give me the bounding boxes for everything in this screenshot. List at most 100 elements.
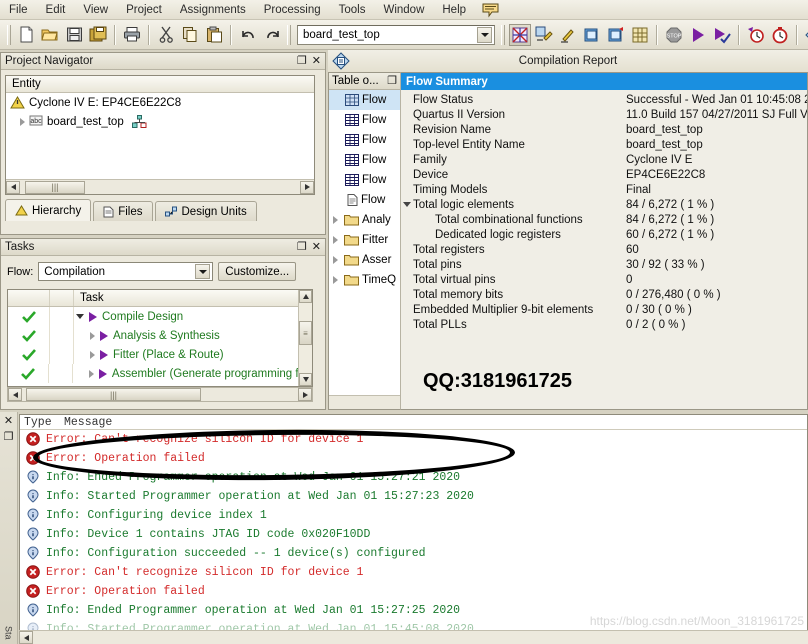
entity-tree-hscrollbar[interactable]: ||| <box>6 179 314 194</box>
copy-icon[interactable] <box>179 24 201 46</box>
list-item[interactable]: Info: Ended Programmer operation at Wed … <box>20 601 807 620</box>
toc-tree[interactable]: Flow Flow Flow Flow Flow Flow Analy Fitt… <box>329 90 400 395</box>
list-item[interactable]: Info: Configuration succeeded -- 1 devic… <box>20 544 807 563</box>
start-compilation-check-icon[interactable] <box>711 24 733 46</box>
scroll-left-icon[interactable] <box>8 388 22 401</box>
hscroll-thumb[interactable]: ||| <box>25 180 85 194</box>
close-icon[interactable]: ✕ <box>4 416 13 427</box>
chevron-right-icon[interactable] <box>90 331 95 340</box>
toolbar-grip-3[interactable] <box>501 24 505 45</box>
customize-button[interactable]: Customize... <box>218 262 297 281</box>
vscroll-thumb[interactable]: ≡ <box>299 321 312 345</box>
toolbar-grip[interactable] <box>7 24 11 45</box>
tab-files[interactable]: Files <box>93 201 153 221</box>
list-item[interactable]: Error: Can't recognize silicon ID for de… <box>20 563 807 582</box>
scroll-right-icon[interactable] <box>300 180 314 194</box>
list-item[interactable]: Info: Device 1 contains JTAG ID code 0x0… <box>20 525 807 544</box>
task-list[interactable]: Task Compile Design Analysis & Synthesis… <box>7 289 313 387</box>
close-icon[interactable]: ✕ <box>312 56 321 67</box>
print-icon[interactable] <box>121 24 143 46</box>
toc-item-flow-summary[interactable]: Flow <box>329 90 400 110</box>
menu-item-assignments[interactable]: Assignments <box>171 2 255 18</box>
assignment-editor-icon[interactable] <box>533 24 555 46</box>
chevron-right-icon[interactable] <box>20 117 25 126</box>
device-row[interactable]: Cyclone IV E: EP4CE6E22C8 <box>6 93 314 112</box>
chevron-right-icon[interactable] <box>332 216 338 224</box>
scroll-left-icon[interactable] <box>6 180 20 194</box>
list-item[interactable]: Info: Ended Programmer operation at Wed … <box>20 468 807 487</box>
messages-list[interactable]: Type Message Error: Can't recognize sili… <box>19 414 808 642</box>
toc-item-flow-log[interactable]: Flow <box>329 190 400 210</box>
hscroll-thumb[interactable]: ||| <box>26 388 201 401</box>
undo-icon[interactable] <box>237 24 259 46</box>
floorplan-icon[interactable] <box>629 24 651 46</box>
programmer-icon[interactable] <box>803 24 808 46</box>
pin-planner-icon[interactable] <box>557 24 579 46</box>
menu-item-window[interactable]: Window <box>374 2 433 18</box>
tab-design-units[interactable]: Design Units <box>154 201 257 221</box>
list-item[interactable]: Info: Configuring device index 1 <box>20 506 807 525</box>
run-task-icon[interactable] <box>98 368 107 379</box>
toc-item-assembler[interactable]: Asser <box>329 250 400 270</box>
device-icon[interactable] <box>605 24 627 46</box>
list-item[interactable]: Error: Operation failed <box>20 449 807 468</box>
menu-item-processing[interactable]: Processing <box>255 2 330 18</box>
chevron-down-icon[interactable] <box>195 264 211 279</box>
cut-icon[interactable] <box>155 24 177 46</box>
open-folder-icon[interactable] <box>39 24 61 46</box>
table-row[interactable]: Fitter (Place & Route) <box>8 345 312 364</box>
chevron-right-icon[interactable] <box>332 276 338 284</box>
list-item[interactable]: Info: Started Programmer operation at We… <box>20 487 807 506</box>
table-row[interactable]: Assembler (Generate programming files <box>8 364 312 383</box>
redo-icon[interactable] <box>261 24 283 46</box>
chevron-down-icon[interactable] <box>76 314 84 319</box>
restore-icon[interactable]: ❐ <box>387 76 400 87</box>
toc-item-flow-os[interactable]: Flow <box>329 170 400 190</box>
menu-item-help[interactable]: Help <box>433 2 475 18</box>
paste-icon[interactable] <box>203 24 225 46</box>
entity-tree[interactable]: Entity Cyclone IV E: EP4CE6E22C8 abc boa… <box>5 75 315 195</box>
chevron-right-icon[interactable] <box>332 236 338 244</box>
restore-icon[interactable]: ❐ <box>4 432 14 443</box>
menu-item-tools[interactable]: Tools <box>330 2 375 18</box>
scroll-down-icon[interactable] <box>299 373 312 386</box>
menu-item-edit[interactable]: Edit <box>37 2 75 18</box>
menu-item-project[interactable]: Project <box>117 2 171 18</box>
settings-icon[interactable] <box>581 24 603 46</box>
stop-icon[interactable]: STOP <box>663 24 685 46</box>
list-item[interactable]: Error: Can't recognize silicon ID for de… <box>20 430 807 449</box>
menu-item-file[interactable]: File <box>0 2 37 18</box>
menu-item-view[interactable]: View <box>74 2 117 18</box>
run-task-icon[interactable] <box>89 311 97 322</box>
table-row[interactable]: Analysis & Synthesis <box>8 326 312 345</box>
toc-item-fitter[interactable]: Fitter <box>329 230 400 250</box>
revision-combo[interactable]: board_test_top <box>297 24 495 45</box>
chevron-right-icon[interactable] <box>88 369 94 378</box>
toc-item-analysis-synthesis[interactable]: Analy <box>329 210 400 230</box>
new-file-icon[interactable] <box>15 24 37 46</box>
restore-icon[interactable]: ❐ <box>297 242 307 253</box>
list-item[interactable]: Error: Operation failed <box>20 582 807 601</box>
messages-hscrollbar[interactable] <box>19 630 808 644</box>
entity-row[interactable]: abc board_test_top <box>6 112 314 131</box>
toc-item-timequest[interactable]: TimeQ <box>329 270 400 290</box>
chevron-right-icon[interactable] <box>332 256 338 264</box>
task-list-hscrollbar[interactable]: ||| <box>7 387 313 402</box>
scroll-left-icon[interactable] <box>19 631 33 644</box>
toc-hscrollbar[interactable] <box>329 395 400 409</box>
start-compilation-icon[interactable] <box>687 24 709 46</box>
close-icon[interactable]: ✕ <box>312 242 321 253</box>
chevron-down-icon[interactable] <box>401 202 413 207</box>
save-all-icon[interactable] <box>87 24 109 46</box>
toc-item-flow-settings[interactable]: Flow <box>329 110 400 130</box>
toolbar-grip-2[interactable] <box>287 24 291 45</box>
timing-analyzer-icon[interactable] <box>745 24 767 46</box>
save-icon[interactable] <box>63 24 85 46</box>
chevron-down-icon[interactable] <box>477 26 492 43</box>
scroll-up-icon[interactable] <box>299 290 312 303</box>
scroll-right-icon[interactable] <box>298 388 312 401</box>
compilation-report-icon[interactable] <box>509 23 531 46</box>
restore-icon[interactable]: ❐ <box>297 56 307 67</box>
run-task-icon[interactable] <box>100 349 108 360</box>
task-list-vscrollbar[interactable]: ≡ <box>298 290 312 386</box>
